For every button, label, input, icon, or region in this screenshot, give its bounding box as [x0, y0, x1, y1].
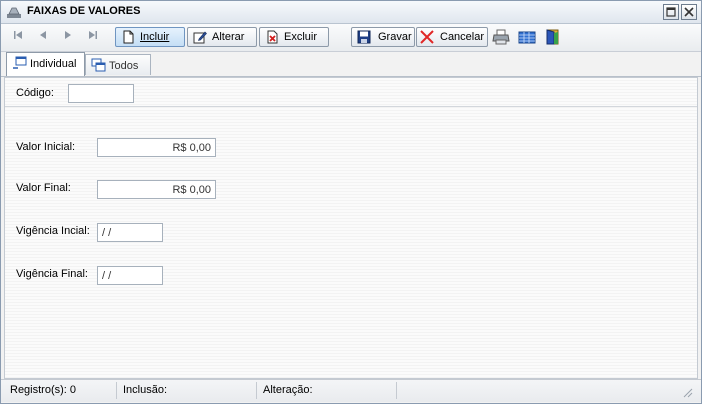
edit-pencil-icon [193, 31, 207, 44]
valor-inicial-label: Valor Inicial: [16, 141, 76, 153]
tab-bar: Individual Todos [1, 52, 701, 77]
alterar-label: Alterar [212, 31, 245, 43]
status-registros: Registro(s): 0 [10, 384, 77, 396]
single-window-icon [13, 56, 27, 69]
restore-icon [666, 7, 676, 17]
cancel-x-icon [420, 30, 434, 44]
divider [5, 106, 697, 107]
vigencia-inicial-label: Vigência Incial: [16, 225, 90, 237]
toolbar: Incluir Alterar Excluir Gravar Cancelar [1, 24, 701, 52]
gravar-label: Gravar [378, 31, 412, 43]
printer-icon[interactable] [492, 29, 510, 45]
status-divider [116, 382, 117, 399]
vigencia-final-label: Vigência Final: [16, 268, 88, 280]
status-divider [256, 382, 257, 399]
status-alteracao: Alteração: [263, 384, 313, 396]
excluir-button[interactable]: Excluir [259, 27, 329, 47]
valor-final-input[interactable] [97, 180, 216, 199]
app-window: FAIXAS DE VALORES Incluir Alterar Exclui… [0, 0, 702, 404]
tab-todos[interactable]: Todos [85, 54, 151, 75]
next-record-button[interactable] [61, 30, 75, 44]
tab-individual-label: Individual [30, 58, 77, 70]
incluir-button[interactable]: Incluir [115, 27, 185, 47]
title-bar: FAIXAS DE VALORES [1, 1, 701, 24]
cancelar-button[interactable]: Cancelar [416, 27, 488, 47]
close-icon [684, 7, 694, 17]
valor-final-label: Valor Final: [16, 182, 71, 194]
alterar-button[interactable]: Alterar [187, 27, 257, 47]
codigo-input[interactable] [68, 84, 134, 103]
incluir-label: Incluir [140, 31, 170, 43]
new-document-icon [123, 30, 134, 44]
excluir-label: Excluir [284, 31, 318, 43]
last-icon [89, 31, 97, 39]
status-divider [396, 382, 397, 399]
status-inclusao: Inclusão: [123, 384, 168, 396]
resize-grip-icon[interactable] [681, 386, 693, 398]
previous-record-button[interactable] [36, 30, 50, 44]
first-icon [14, 31, 22, 39]
multiple-windows-icon [91, 58, 106, 72]
gravar-button[interactable]: Gravar [351, 27, 415, 47]
app-icon [7, 7, 21, 18]
exit-door-icon[interactable] [544, 29, 562, 45]
first-record-button[interactable] [11, 30, 25, 44]
window-title: FAIXAS DE VALORES [27, 5, 141, 17]
cancelar-label: Cancelar [440, 31, 485, 43]
next-icon [65, 31, 71, 39]
valor-inicial-input[interactable] [97, 138, 216, 157]
save-disk-icon [357, 30, 371, 44]
last-record-button[interactable] [86, 30, 100, 44]
vigencia-inicial-input[interactable] [97, 223, 163, 242]
codigo-label: Código: [16, 87, 54, 99]
spreadsheet-icon[interactable] [518, 29, 536, 45]
form-panel: Código: Valor Inicial: Valor Final: Vigê… [4, 77, 698, 379]
restore-button[interactable] [663, 4, 679, 20]
close-button[interactable] [681, 4, 697, 20]
vigencia-final-input[interactable] [97, 266, 163, 285]
tab-individual[interactable]: Individual [6, 52, 85, 76]
delete-document-icon [267, 30, 278, 44]
previous-icon [40, 31, 46, 39]
status-bar: Registro(s): 0 Inclusão: Alteração: [1, 379, 701, 402]
tab-todos-label: Todos [109, 60, 139, 72]
